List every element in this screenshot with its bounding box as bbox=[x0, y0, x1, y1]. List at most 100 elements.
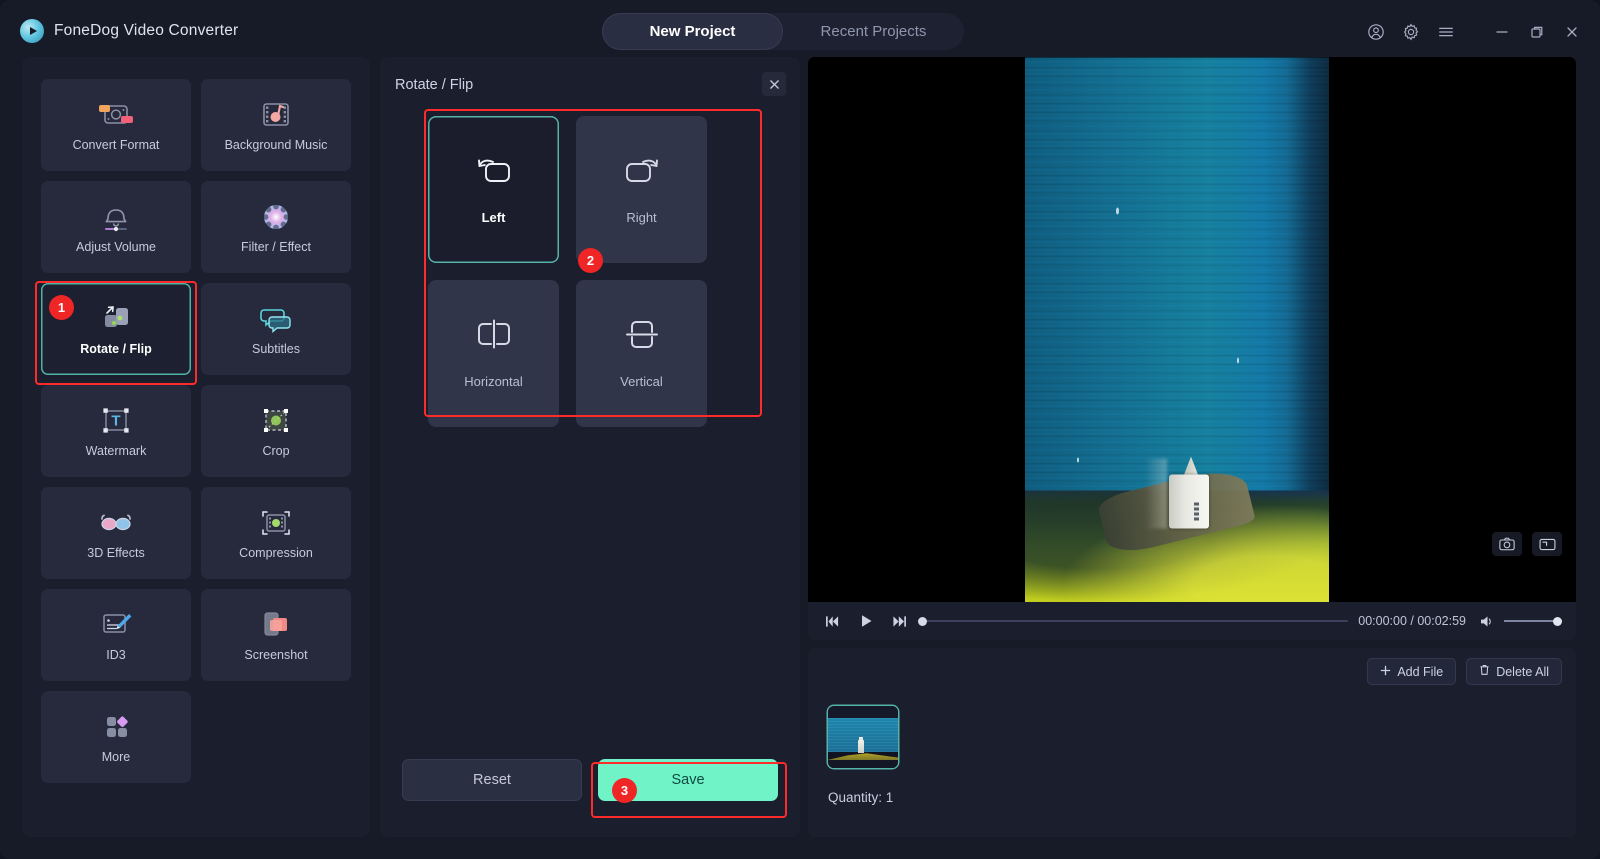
lighthouse bbox=[1167, 456, 1213, 528]
sidebar-tool-adjust-volume[interactable]: Adjust Volume bbox=[41, 181, 191, 273]
sidebar-tool-label: Rotate / Flip bbox=[80, 341, 152, 356]
convert-format-icon bbox=[98, 99, 134, 131]
seek-bar[interactable] bbox=[918, 608, 1349, 634]
sidebar-tool-more[interactable]: More bbox=[41, 691, 191, 783]
rotate-flip-panel: Rotate / Flip Left Right Horizontal Vert… bbox=[380, 57, 800, 837]
plus-icon bbox=[1380, 665, 1391, 679]
watermark-text-icon: T bbox=[98, 405, 134, 437]
flip-vertical-option[interactable]: Vertical bbox=[576, 280, 707, 427]
app-brand: FoneDog Video Converter bbox=[20, 19, 238, 43]
sidebar-tool-3d-effects[interactable]: 3D Effects bbox=[41, 487, 191, 579]
rotate-left-option[interactable]: Left bbox=[428, 116, 559, 263]
sidebar-tool-label: Background Music bbox=[224, 137, 328, 152]
project-tabs: New Project Recent Projects bbox=[602, 13, 964, 50]
close-icon[interactable] bbox=[762, 72, 786, 96]
seek-knob[interactable] bbox=[918, 616, 927, 626]
add-file-button[interactable]: Add File bbox=[1367, 658, 1457, 685]
menu-icon[interactable] bbox=[1432, 18, 1460, 46]
3d-glasses-icon bbox=[98, 507, 134, 539]
sidebar-tool-label: Watermark bbox=[85, 443, 147, 458]
volume-bell-icon bbox=[98, 201, 134, 233]
sidebar-tool-filter-effect[interactable]: Filter / Effect bbox=[201, 181, 351, 273]
sidebar-tool-label: More bbox=[101, 749, 131, 764]
sea-foam bbox=[1077, 457, 1079, 462]
account-icon[interactable] bbox=[1362, 18, 1390, 46]
lighthouse-building bbox=[1169, 474, 1209, 528]
panel-action-buttons: Reset Save bbox=[380, 759, 800, 801]
lighthouse-windows bbox=[1194, 502, 1199, 520]
fullscreen-icon[interactable] bbox=[1532, 532, 1562, 556]
sidebar-tool-label: Crop bbox=[262, 443, 290, 458]
trash-icon bbox=[1479, 664, 1490, 679]
reset-button[interactable]: Reset bbox=[402, 759, 582, 801]
id3-edit-icon bbox=[98, 609, 134, 641]
sidebar-tool-watermark[interactable]: T Watermark bbox=[41, 385, 191, 477]
volume-knob[interactable] bbox=[1553, 616, 1562, 626]
close-icon[interactable] bbox=[1558, 18, 1586, 46]
svg-text:T: T bbox=[111, 412, 120, 429]
rotate-option-label: Vertical bbox=[620, 374, 663, 389]
step-badge-1: 1 bbox=[49, 295, 74, 320]
skip-previous-icon[interactable] bbox=[820, 608, 846, 634]
music-film-icon bbox=[258, 99, 294, 131]
rotate-option-label: Left bbox=[481, 210, 506, 225]
sidebar-tool-subtitles[interactable]: Subtitles bbox=[201, 283, 351, 375]
screenshot-icon bbox=[258, 609, 294, 641]
sidebar-tool-label: Subtitles bbox=[252, 341, 300, 356]
rotate-right-icon bbox=[625, 159, 658, 182]
thumbnail-letterbox bbox=[828, 760, 898, 768]
delete-all-label: Delete All bbox=[1496, 664, 1549, 679]
gear-icon[interactable] bbox=[1397, 18, 1425, 46]
play-icon[interactable] bbox=[853, 608, 879, 634]
flip-horizontal-option[interactable]: Horizontal bbox=[428, 280, 559, 427]
maximize-icon[interactable] bbox=[1523, 18, 1551, 46]
video-content-rotated bbox=[1025, 57, 1329, 602]
compression-icon bbox=[258, 507, 294, 539]
step-badge-2: 2 bbox=[578, 248, 603, 273]
rotate-option-label: Right bbox=[626, 210, 657, 225]
video-thumbnail[interactable] bbox=[828, 706, 898, 768]
application-window: FoneDog Video Converter New Project Rece… bbox=[0, 0, 1600, 859]
sidebar-tool-convert-format[interactable]: Convert Format bbox=[41, 79, 191, 171]
sidebar-tool-compression[interactable]: Compression bbox=[201, 487, 351, 579]
rotate-right-option[interactable]: Right bbox=[576, 116, 707, 263]
sea-foam bbox=[1116, 207, 1119, 214]
sidebar-tool-id3[interactable]: ID3 bbox=[41, 589, 191, 681]
thumbnail-sky bbox=[828, 706, 898, 718]
video-stage[interactable] bbox=[808, 57, 1576, 602]
sidebar-tool-label: ID3 bbox=[106, 647, 126, 662]
tab-new-project[interactable]: New Project bbox=[602, 13, 783, 50]
sidebar-tool-crop[interactable]: Crop bbox=[201, 385, 351, 477]
crop-icon bbox=[258, 405, 294, 437]
rotate-flip-icon bbox=[98, 303, 134, 335]
file-action-buttons: Add File Delete All bbox=[1367, 658, 1562, 685]
play-circle-icon bbox=[20, 19, 44, 43]
lighthouse-reflection bbox=[1145, 458, 1167, 528]
sidebar-tool-screenshot[interactable]: Screenshot bbox=[201, 589, 351, 681]
tools-sidebar: Convert Format Background Music Adjust V… bbox=[22, 57, 370, 837]
sidebar-tool-label: Filter / Effect bbox=[241, 239, 311, 254]
delete-all-button[interactable]: Delete All bbox=[1466, 658, 1562, 685]
minimize-icon[interactable] bbox=[1488, 18, 1516, 46]
camera-icon[interactable] bbox=[1492, 532, 1522, 556]
volume-icon[interactable] bbox=[1476, 615, 1498, 628]
sidebar-tool-label: Screenshot bbox=[244, 647, 308, 662]
skip-next-icon[interactable] bbox=[886, 608, 912, 634]
volume-slider[interactable] bbox=[1504, 611, 1562, 631]
sea-foam bbox=[1237, 357, 1239, 363]
panel-title: Rotate / Flip bbox=[395, 77, 474, 93]
app-title: FoneDog Video Converter bbox=[54, 22, 239, 39]
seek-track bbox=[918, 620, 1349, 622]
flip-horizontal-icon bbox=[477, 319, 510, 349]
video-frame bbox=[1025, 57, 1329, 602]
more-grid-icon bbox=[98, 711, 134, 743]
step-badge-3: 3 bbox=[612, 778, 637, 803]
tools-grid: Convert Format Background Music Adjust V… bbox=[41, 79, 351, 783]
tab-recent-projects[interactable]: Recent Projects bbox=[783, 13, 964, 50]
video-preview-panel: 00:00:00 / 00:02:59 bbox=[808, 57, 1576, 640]
sidebar-tool-background-music[interactable]: Background Music bbox=[201, 79, 351, 171]
thumbnail-lighthouse bbox=[858, 737, 864, 753]
player-controls-bar: 00:00:00 / 00:02:59 bbox=[808, 602, 1576, 640]
rotate-left-icon bbox=[477, 159, 510, 182]
sidebar-tool-label: 3D Effects bbox=[87, 545, 145, 560]
